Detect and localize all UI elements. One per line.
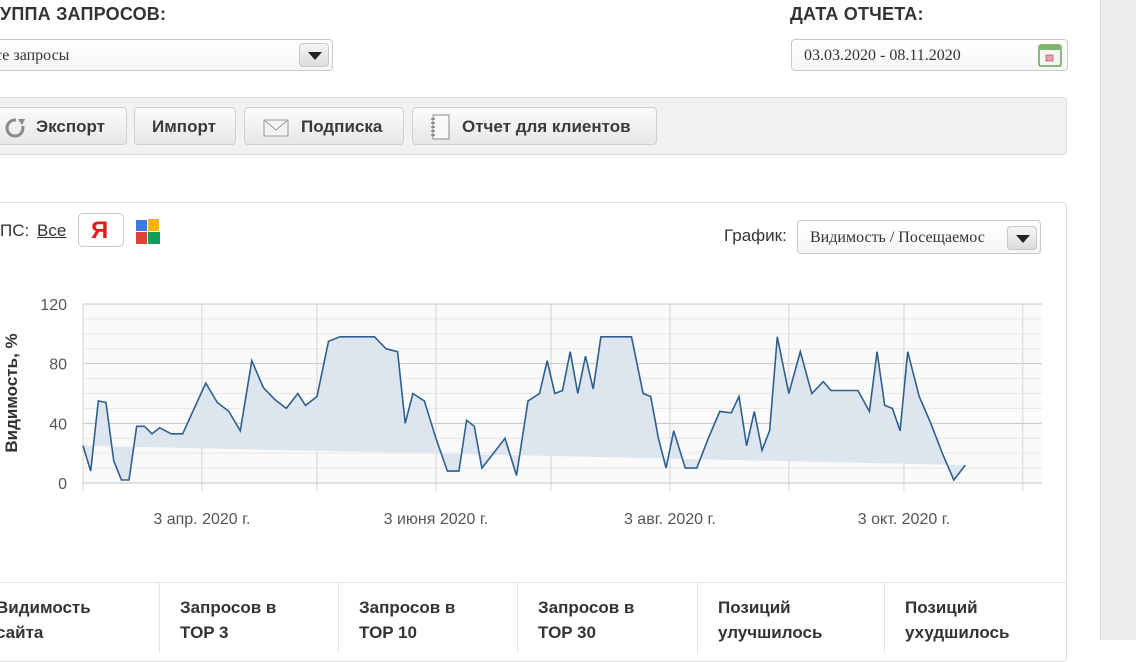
graph-type-label: График:: [724, 226, 787, 245]
subscribe-label: Подписка: [301, 117, 383, 136]
client-report-label: Отчет для клиентов: [462, 117, 631, 136]
stat-improved: Позиций улучшилось: [698, 583, 885, 653]
visibility-chart: 0 40 80 120 3 апр. 2020 г. 3 июня 2020 г. 3 а…: [2, 297, 1042, 528]
report-date-label: ДАТА ОТЧЕТА:: [790, 4, 924, 24]
graph-type-select[interactable]: Видимость / Посещаемос: [797, 220, 1041, 254]
query-group-value: се запросы: [0, 47, 70, 64]
import-label: Импорт: [152, 117, 216, 136]
stat-worsened-label: Позиций ухудшилось: [905, 598, 1010, 642]
yandex-icon: Я: [91, 217, 109, 244]
stat-worsened: Позиций ухудшилось: [885, 583, 1067, 653]
stat-visibility: Видимость сайта: [0, 583, 160, 653]
x-tick-label: 3 окт. 2020 г.: [858, 511, 950, 528]
yandex-filter-button[interactable]: Я: [78, 213, 124, 247]
x-tick-label: 3 июня 2020 г.: [384, 511, 489, 528]
stat-top10: Запросов в TOP 10: [339, 583, 518, 653]
report-date-field[interactable]: 03.03.2020 - 08.11.2020: [791, 39, 1068, 71]
chevron-down-icon[interactable]: [299, 43, 329, 67]
y-tick-label: 40: [49, 416, 67, 433]
query-group-label: УППА ЗАПРОСОВ:: [0, 4, 167, 24]
stat-top30-label: Запросов в TOP 30: [538, 598, 635, 642]
x-tick-label: 3 авг. 2020 г.: [624, 511, 716, 528]
stat-top3: Запросов в TOP 3: [160, 583, 339, 653]
y-tick-label: 80: [49, 357, 67, 374]
import-button[interactable]: Импорт: [134, 107, 236, 145]
graph-type-value: Видимость / Посещаемос: [810, 229, 985, 246]
page-scrollbar[interactable]: [1100, 0, 1136, 640]
google-icon: [136, 219, 160, 244]
y-tick-label: 120: [40, 297, 67, 314]
stats-header-row: Видимость сайта Запросов в TOP 3 Запросо…: [0, 582, 1067, 653]
y-tick-label: 0: [58, 476, 67, 493]
search-engine-label: ПС:: [0, 221, 30, 240]
query-group-select[interactable]: се запросы: [0, 39, 333, 71]
envelope-icon: [263, 119, 289, 142]
stat-top10-label: Запросов в TOP 10: [359, 598, 456, 642]
search-engine-all-link[interactable]: Все: [37, 221, 66, 241]
export-label: Экспорт: [36, 117, 105, 136]
y-axis-label: Видимость, %: [2, 333, 21, 452]
client-report-button[interactable]: Отчет для клиентов: [412, 107, 657, 145]
calendar-icon[interactable]: [1038, 43, 1062, 67]
notebook-icon: [429, 114, 451, 145]
x-tick-label: 3 апр. 2020 г.: [153, 511, 250, 528]
chevron-down-icon[interactable]: [1007, 226, 1037, 250]
google-filter-button[interactable]: [134, 218, 162, 246]
subscribe-button[interactable]: Подписка: [244, 107, 404, 145]
action-toolbar: Экспорт Импорт Подписка Отчет для клиент…: [0, 97, 1067, 155]
stat-improved-label: Позиций улучшилось: [718, 598, 823, 642]
stat-top3-label: Запросов в TOP 3: [180, 598, 277, 642]
stat-visibility-label: Видимость сайта: [0, 598, 91, 642]
refresh-icon: [4, 116, 28, 143]
report-date-value: 03.03.2020 - 08.11.2020: [804, 47, 961, 64]
export-button[interactable]: Экспорт: [0, 107, 127, 145]
stat-top30: Запросов в TOP 30: [518, 583, 698, 653]
